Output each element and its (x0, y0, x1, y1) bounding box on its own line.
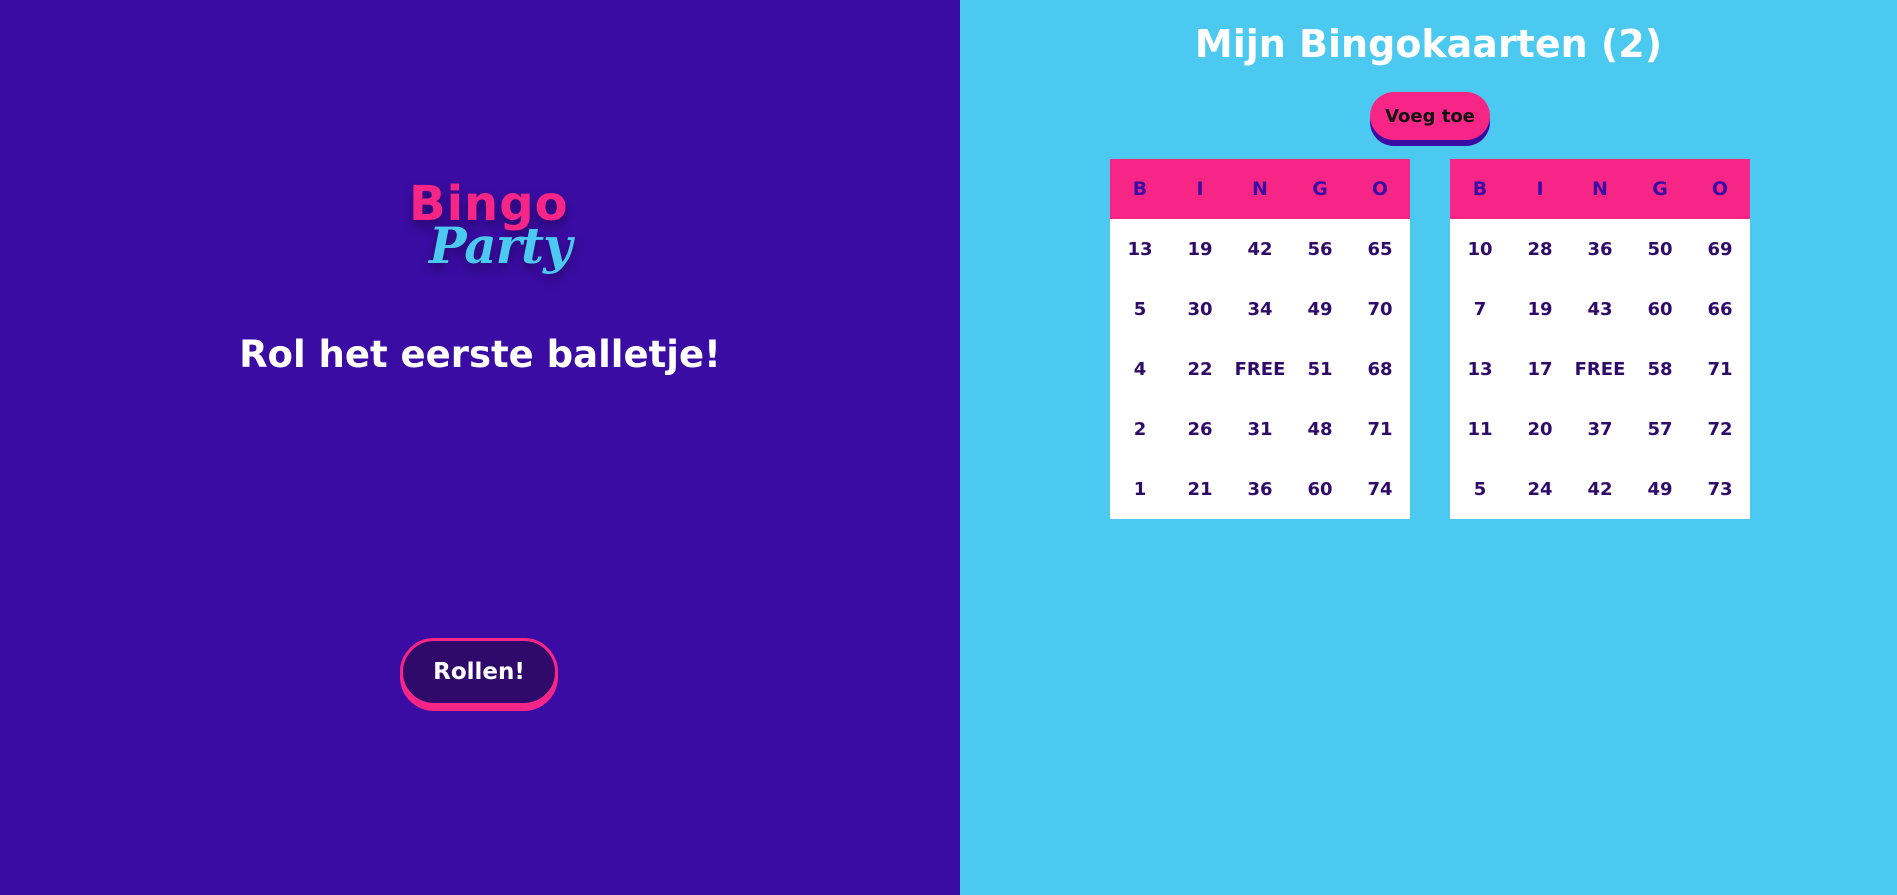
header-cell: N (1592, 178, 1608, 200)
card-cell[interactable]: 70 (1350, 279, 1410, 339)
card-cell[interactable]: 26 (1170, 399, 1230, 459)
card-cell[interactable]: 60 (1290, 459, 1350, 519)
bingo-card: B I N G O 13 19 42 56 65 5 30 34 49 70 4… (1110, 159, 1410, 519)
header-cell: I (1196, 178, 1204, 200)
cards-title: Mijn Bingokaarten (2) (1194, 22, 1663, 66)
header-cell: I (1536, 178, 1544, 200)
card-cell[interactable]: 13 (1450, 339, 1510, 399)
card-header: B I N G O (1110, 159, 1410, 219)
card-cell[interactable]: 49 (1630, 459, 1690, 519)
card-row: 7 19 43 60 66 (1450, 279, 1750, 339)
card-cell[interactable]: 24 (1510, 459, 1570, 519)
header-cell: N (1252, 178, 1268, 200)
card-cell[interactable]: 19 (1170, 219, 1230, 279)
card-cell[interactable]: 5 (1450, 459, 1510, 519)
card-cell[interactable]: 68 (1350, 339, 1410, 399)
card-cell[interactable]: 4 (1110, 339, 1170, 399)
card-cell[interactable]: 37 (1570, 399, 1630, 459)
card-row: 11 20 37 57 72 (1450, 399, 1750, 459)
card-cell[interactable]: 66 (1690, 279, 1750, 339)
card-cell[interactable]: 10 (1450, 219, 1510, 279)
card-row: 1 21 36 60 74 (1110, 459, 1410, 519)
card-row: 10 28 36 50 69 (1450, 219, 1750, 279)
card-cell[interactable]: 19 (1510, 279, 1570, 339)
card-cell[interactable]: 50 (1630, 219, 1690, 279)
card-cell[interactable]: 56 (1290, 219, 1350, 279)
card-row: 13 19 42 56 65 (1110, 219, 1410, 279)
card-cell[interactable]: 49 (1290, 279, 1350, 339)
card-cell[interactable]: 73 (1690, 459, 1750, 519)
card-row: 4 22 FREE 51 68 (1110, 339, 1410, 399)
card-row: 13 17 FREE 58 71 (1450, 339, 1750, 399)
card-header: B I N G O (1450, 159, 1750, 219)
card-cell[interactable]: 36 (1230, 459, 1290, 519)
card-cell[interactable]: 5 (1110, 279, 1170, 339)
card-cell[interactable]: 42 (1230, 219, 1290, 279)
card-cell[interactable]: 36 (1570, 219, 1630, 279)
roll-panel: Bingo Party Rol het eerste balletje! Rol… (0, 0, 960, 895)
card-cell[interactable]: 57 (1630, 399, 1690, 459)
card-cell[interactable]: 28 (1510, 219, 1570, 279)
card-cell[interactable]: 21 (1170, 459, 1230, 519)
card-cell[interactable]: 43 (1570, 279, 1630, 339)
card-cell[interactable]: 72 (1690, 399, 1750, 459)
card-cell[interactable]: 31 (1230, 399, 1290, 459)
header-cell: O (1711, 178, 1729, 200)
card-cell[interactable]: 71 (1690, 339, 1750, 399)
card-cell[interactable]: 71 (1350, 399, 1410, 459)
card-cell[interactable]: 13 (1110, 219, 1170, 279)
card-cell[interactable]: 30 (1170, 279, 1230, 339)
card-cell[interactable]: 58 (1630, 339, 1690, 399)
free-cell[interactable]: FREE (1230, 339, 1290, 399)
card-cell[interactable]: 1 (1110, 459, 1170, 519)
roll-prompt: Rol het eerste balletje! (239, 333, 721, 376)
card-cell[interactable]: 11 (1450, 399, 1510, 459)
card-row: 5 30 34 49 70 (1110, 279, 1410, 339)
card-cell[interactable]: 69 (1690, 219, 1750, 279)
card-cell[interactable]: 51 (1290, 339, 1350, 399)
card-cell[interactable]: 65 (1350, 219, 1410, 279)
header-cell: G (1652, 178, 1668, 200)
header-cell: G (1312, 178, 1328, 200)
header-cell: O (1371, 178, 1389, 200)
card-row: 5 24 42 49 73 (1450, 459, 1750, 519)
header-cell: B (1132, 178, 1148, 200)
card-cell[interactable]: 17 (1510, 339, 1570, 399)
card-cell[interactable]: 2 (1110, 399, 1170, 459)
roll-button[interactable]: Rollen! (400, 638, 558, 706)
bingo-party-logo: Bingo Party (409, 176, 572, 276)
logo-party-text: Party (429, 216, 572, 275)
card-cell[interactable]: 42 (1570, 459, 1630, 519)
header-cell: B (1472, 178, 1488, 200)
cards-panel: Mijn Bingokaarten (2) Voeg toe B I N G O… (960, 0, 1897, 895)
bingo-card: B I N G O 10 28 36 50 69 7 19 43 60 66 1… (1450, 159, 1750, 519)
card-cell[interactable]: 48 (1290, 399, 1350, 459)
card-cell[interactable]: 7 (1450, 279, 1510, 339)
card-cell[interactable]: 60 (1630, 279, 1690, 339)
free-cell[interactable]: FREE (1570, 339, 1630, 399)
add-card-button[interactable]: Voeg toe (1370, 92, 1490, 140)
card-cell[interactable]: 22 (1170, 339, 1230, 399)
card-row: 2 26 31 48 71 (1110, 399, 1410, 459)
card-cell[interactable]: 20 (1510, 399, 1570, 459)
card-cell[interactable]: 34 (1230, 279, 1290, 339)
card-cell[interactable]: 74 (1350, 459, 1410, 519)
